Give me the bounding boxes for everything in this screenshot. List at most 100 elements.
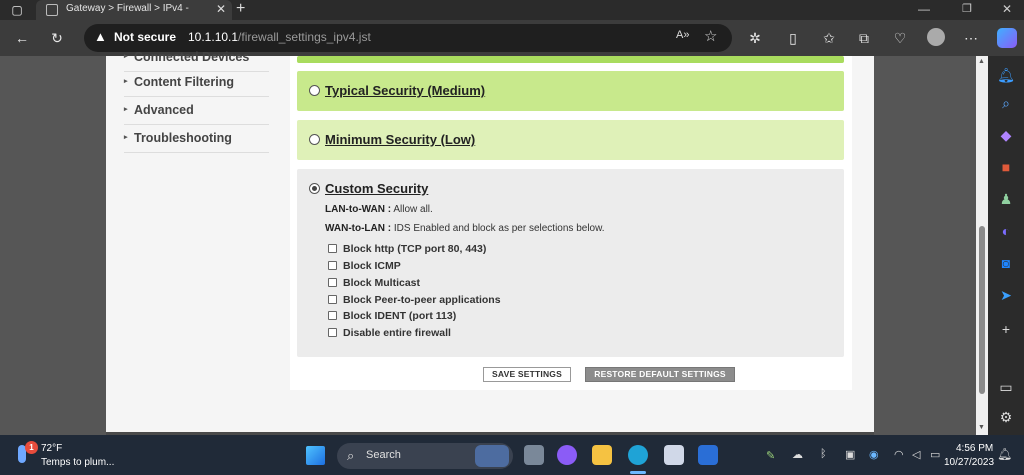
page-scrollbar[interactable]: ▲ ▼	[976, 56, 988, 435]
page-left-margin	[0, 56, 106, 435]
clock-time[interactable]: 4:56 PM	[956, 443, 993, 454]
close-tab-icon[interactable]: ✕	[216, 2, 226, 16]
battery-icon[interactable]: ▭	[930, 448, 940, 461]
block-icmp-label[interactable]: Block ICMP	[343, 260, 401, 272]
task-view-icon[interactable]	[524, 445, 544, 465]
nav-item-label: Content Filtering	[134, 75, 234, 89]
outlook-icon[interactable]: ◙	[997, 254, 1015, 272]
favorite-star-icon[interactable]: ☆	[704, 27, 717, 45]
block-multicast-checkbox[interactable]	[328, 278, 337, 287]
add-sidebar-app-icon[interactable]: +	[997, 320, 1015, 338]
sidebar-settings-gear-icon[interactable]: ⚙	[997, 408, 1015, 426]
tab-title: Gateway > Firewall > IPv4 -	[66, 3, 189, 14]
collections-icon[interactable]: ⧉	[855, 29, 873, 47]
more-menu-icon[interactable]: ⋯	[962, 29, 980, 47]
tray-app-icon[interactable]: ✎	[766, 449, 775, 462]
split-screen-icon[interactable]: ▯	[784, 29, 802, 47]
wifi-icon[interactable]: ◠	[894, 448, 904, 461]
file-explorer-icon[interactable]	[592, 445, 612, 465]
minimum-security-radio[interactable]	[309, 134, 320, 145]
clock-date[interactable]: 10/27/2023	[944, 457, 994, 468]
scroll-up-icon[interactable]: ▲	[978, 58, 985, 65]
expand-arrow-icon: ▸	[124, 78, 128, 85]
url-text: 10.1.10.1/firewall_settings_ipv4.jst	[188, 30, 371, 44]
block-multicast-label[interactable]: Block Multicast	[343, 277, 420, 289]
url-host: 10.1.10.1	[188, 30, 239, 44]
tab-actions-icon[interactable]: ▢	[8, 1, 26, 19]
notifications-bell-icon[interactable]: 🔔︎	[997, 66, 1015, 84]
custom-security-option[interactable]: Custom Security LAN-to-WAN : Allow all. …	[297, 169, 844, 357]
typical-security-option[interactable]: Typical Security (Medium)	[297, 71, 844, 111]
disable-firewall-label[interactable]: Disable entire firewall	[343, 327, 451, 339]
taskbar-search-label: Search	[366, 449, 401, 461]
edge-browser-icon[interactable]	[628, 445, 648, 465]
expand-arrow-icon: ▸	[124, 134, 128, 141]
taskbar-search-box[interactable]: ⌕ Search	[337, 443, 513, 469]
nav-item-content-filtering[interactable]: ▸ Content Filtering	[124, 69, 269, 97]
read-aloud-icon[interactable]: A»	[676, 29, 689, 41]
sidebar-search-icon[interactable]: ⌕	[997, 94, 1015, 112]
expand-arrow-icon: ▸	[124, 53, 128, 60]
sidebar-hide-icon[interactable]: ▭	[997, 378, 1015, 396]
lan-to-wan-value: Allow all.	[393, 204, 433, 215]
browser-essentials-icon[interactable]: ♡	[891, 29, 909, 47]
weather-alert-badge: 1	[25, 441, 38, 454]
refresh-icon[interactable]: ↻	[48, 29, 66, 47]
minimum-security-option[interactable]: Minimum Security (Low)	[297, 120, 844, 160]
active-app-indicator	[630, 471, 646, 474]
block-p2p-label[interactable]: Block Peer-to-peer applications	[343, 294, 501, 306]
nav-item-advanced[interactable]: ▸ Advanced	[124, 97, 269, 125]
tray-security-icon[interactable]: ▣	[845, 448, 855, 461]
custom-security-label[interactable]: Custom Security	[325, 181, 428, 196]
tray-cloud-icon[interactable]: ☁	[792, 448, 803, 461]
minimize-icon[interactable]: —	[918, 2, 930, 16]
typical-security-radio[interactable]	[309, 85, 320, 96]
weather-temperature[interactable]: 72°F	[41, 443, 62, 454]
restore-window-icon[interactable]: ❐	[962, 2, 972, 15]
weather-description[interactable]: Temps to plum...	[41, 457, 114, 468]
tray-dell-icon[interactable]: ◉	[869, 448, 879, 461]
notification-center-icon[interactable]: 🔔︎	[997, 447, 1012, 461]
block-http-checkbox[interactable]	[328, 244, 337, 253]
restore-default-settings-button[interactable]: RESTORE DEFAULT SETTINGS	[585, 367, 735, 382]
expand-arrow-icon: ▸	[124, 106, 128, 113]
profile-avatar[interactable]	[927, 28, 945, 46]
send-icon[interactable]: ➤	[997, 286, 1015, 304]
custom-security-radio[interactable]	[309, 183, 320, 194]
tools-icon[interactable]: ■	[997, 158, 1015, 176]
scroll-down-icon[interactable]: ▼	[978, 424, 985, 431]
block-http-label[interactable]: Block http (TCP port 80, 443)	[343, 243, 486, 255]
nav-item-connected-devices[interactable]: ▸ Connected Devices	[124, 44, 269, 72]
microsoft-store-icon[interactable]	[664, 445, 684, 465]
wan-to-lan-key: WAN-to-LAN :	[325, 223, 392, 234]
scrollbar-thumb[interactable]	[979, 226, 985, 394]
chat-app-icon[interactable]	[557, 445, 577, 465]
taskbar-search-icon: ⌕	[347, 448, 355, 463]
wan-to-lan-value: IDS Enabled and block as per selections …	[393, 223, 605, 234]
games-icon[interactable]: ♟	[997, 190, 1015, 208]
dell-app-icon[interactable]	[698, 445, 718, 465]
copilot-sidebar-icon[interactable]: ◐	[997, 222, 1015, 240]
extensions-icon[interactable]: ✲	[746, 29, 764, 47]
disable-firewall-checkbox[interactable]	[328, 328, 337, 337]
close-window-icon[interactable]: ✕	[1002, 2, 1012, 16]
nav-item-label: Troubleshooting	[134, 131, 232, 145]
block-ident-checkbox[interactable]	[328, 311, 337, 320]
nav-item-troubleshooting[interactable]: ▸ Troubleshooting	[124, 125, 269, 153]
copilot-icon[interactable]	[997, 28, 1017, 48]
minimum-security-label[interactable]: Minimum Security (Low)	[325, 132, 475, 147]
browser-tab[interactable]: Gateway > Firewall > IPv4 - ✕	[36, 0, 232, 20]
bluetooth-icon[interactable]: ᛒ	[820, 448, 827, 460]
shopping-tag-icon[interactable]: ◆	[997, 126, 1015, 144]
windows-start-icon[interactable]	[306, 446, 325, 465]
new-tab-button[interactable]: +	[236, 0, 245, 18]
back-icon[interactable]: ←	[13, 29, 31, 47]
block-p2p-checkbox[interactable]	[328, 295, 337, 304]
save-settings-button[interactable]: SAVE SETTINGS	[483, 367, 571, 382]
favorites-icon[interactable]: ✩	[820, 29, 838, 47]
block-icmp-checkbox[interactable]	[328, 261, 337, 270]
block-ident-label[interactable]: Block IDENT (port 113)	[343, 310, 456, 322]
volume-icon[interactable]: ◁	[912, 448, 920, 461]
lan-to-wan-key: LAN-to-WAN :	[325, 204, 392, 215]
typical-security-label[interactable]: Typical Security (Medium)	[325, 83, 485, 98]
